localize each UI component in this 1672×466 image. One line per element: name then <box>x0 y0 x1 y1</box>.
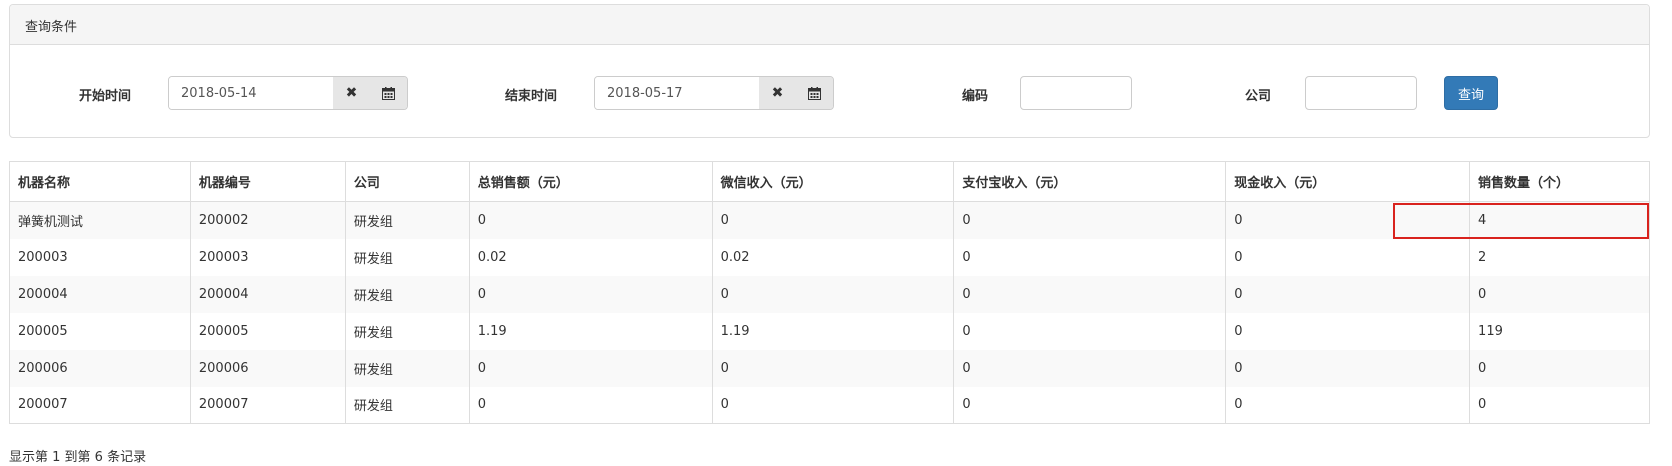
col-header-wechat-income[interactable]: 微信收入（元） <box>712 161 955 202</box>
start-date-calendar-icon[interactable] <box>370 77 407 109</box>
end-date-clear-icon[interactable]: ✖ <box>759 77 796 109</box>
end-date-picker: ✖ <box>594 76 834 110</box>
table-row[interactable]: 200003 200003 研发组 0.02 0.02 0 0 2 <box>9 238 1650 276</box>
col-header-total-sales[interactable]: 总销售额（元） <box>469 161 713 202</box>
table-cell: 200007 <box>190 386 346 424</box>
table-cell: 研发组 <box>345 201 470 239</box>
col-header-machine-id[interactable]: 机器编号 <box>190 161 346 202</box>
query-panel: 查询条件 <box>9 4 1650 138</box>
end-date-input[interactable] <box>595 77 759 109</box>
code-input[interactable] <box>1020 76 1132 110</box>
table-cell: 200005 <box>190 312 346 350</box>
end-time-label: 结束时间 <box>505 89 558 104</box>
table-cell: 0 <box>1225 275 1471 313</box>
table-cell: 0 <box>469 275 713 313</box>
table-cell: 0.02 <box>712 238 955 276</box>
table-cell: 200006 <box>190 349 346 387</box>
table-cell: 0 <box>953 312 1227 350</box>
search-button[interactable]: 查询 <box>1444 76 1498 110</box>
start-date-input[interactable] <box>169 77 333 109</box>
table-cell: 0 <box>712 349 955 387</box>
table-cell: 0 <box>1469 275 1650 313</box>
sales-table: 机器名称 机器编号 公司 总销售额（元） 微信收入（元） 支付宝收入（元） 现金… <box>9 161 1650 424</box>
table-cell: 1.19 <box>712 312 955 350</box>
table-cell: 200003 <box>9 238 191 276</box>
table-cell: 200007 <box>9 386 191 424</box>
table-cell: 0 <box>1225 386 1471 424</box>
table-row[interactable]: 200004 200004 研发组 0 0 0 0 0 <box>9 275 1650 313</box>
query-panel-title: 查询条件 <box>10 5 1649 45</box>
end-date-calendar-icon[interactable] <box>796 77 833 109</box>
table-cell: 200003 <box>190 238 346 276</box>
table-row[interactable]: 200005 200005 研发组 1.19 1.19 0 0 119 <box>9 312 1650 350</box>
table-cell: 0 <box>712 386 955 424</box>
table-cell: 研发组 <box>345 275 470 313</box>
table-cell: 4 <box>1469 201 1650 239</box>
table-cell: 200004 <box>190 275 346 313</box>
table-cell: 弹簧机测试 <box>9 201 191 239</box>
table-cell: 0 <box>1469 386 1650 424</box>
table-cell: 研发组 <box>345 312 470 350</box>
table-cell: 0 <box>953 349 1227 387</box>
table-cell: 0 <box>1225 201 1471 239</box>
table-cell: 0 <box>469 349 713 387</box>
code-label: 编码 <box>962 89 989 104</box>
col-header-machine-name[interactable]: 机器名称 <box>9 161 191 202</box>
table-cell: 0 <box>1469 349 1650 387</box>
table-cell: 0 <box>1225 312 1471 350</box>
table-cell: 0 <box>469 201 713 239</box>
start-date-picker: ✖ <box>168 76 408 110</box>
table-cell: 0 <box>953 275 1227 313</box>
col-header-company[interactable]: 公司 <box>345 161 470 202</box>
table-cell: 119 <box>1469 312 1650 350</box>
table-cell: 0 <box>712 201 955 239</box>
pagination-info: 显示第 1 到第 6 条记录 <box>9 450 147 465</box>
table-row[interactable]: 200007 200007 研发组 0 0 0 0 0 <box>9 386 1650 424</box>
table-cell: 200004 <box>9 275 191 313</box>
table-cell: 0 <box>469 386 713 424</box>
table-cell: 2 <box>1469 238 1650 276</box>
table-cell: 0 <box>712 275 955 313</box>
col-header-sales-count[interactable]: 销售数量（个） <box>1469 161 1650 202</box>
table-cell: 200006 <box>9 349 191 387</box>
table-cell: 研发组 <box>345 349 470 387</box>
table-cell: 0.02 <box>469 238 713 276</box>
table-cell: 0 <box>1225 238 1471 276</box>
table-cell: 0 <box>1225 349 1471 387</box>
company-label: 公司 <box>1245 89 1272 104</box>
table-cell: 研发组 <box>345 386 470 424</box>
start-date-clear-icon[interactable]: ✖ <box>333 77 370 109</box>
table-row[interactable]: 弹簧机测试 200002 研发组 0 0 0 0 4 <box>9 201 1650 239</box>
table-cell: 0 <box>953 201 1227 239</box>
start-time-label: 开始时间 <box>79 89 132 104</box>
col-header-cash-income[interactable]: 现金收入（元） <box>1225 161 1471 202</box>
table-row[interactable]: 200006 200006 研发组 0 0 0 0 0 <box>9 349 1650 387</box>
col-header-alipay-income[interactable]: 支付宝收入（元） <box>953 161 1227 202</box>
table-cell: 研发组 <box>345 238 470 276</box>
table-cell: 0 <box>953 386 1227 424</box>
company-input[interactable] <box>1305 76 1417 110</box>
table-cell: 0 <box>953 238 1227 276</box>
table-cell: 200005 <box>9 312 191 350</box>
table-cell: 1.19 <box>469 312 713 350</box>
table-header-row: 机器名称 机器编号 公司 总销售额（元） 微信收入（元） 支付宝收入（元） 现金… <box>9 161 1650 202</box>
table-cell: 200002 <box>190 201 346 239</box>
